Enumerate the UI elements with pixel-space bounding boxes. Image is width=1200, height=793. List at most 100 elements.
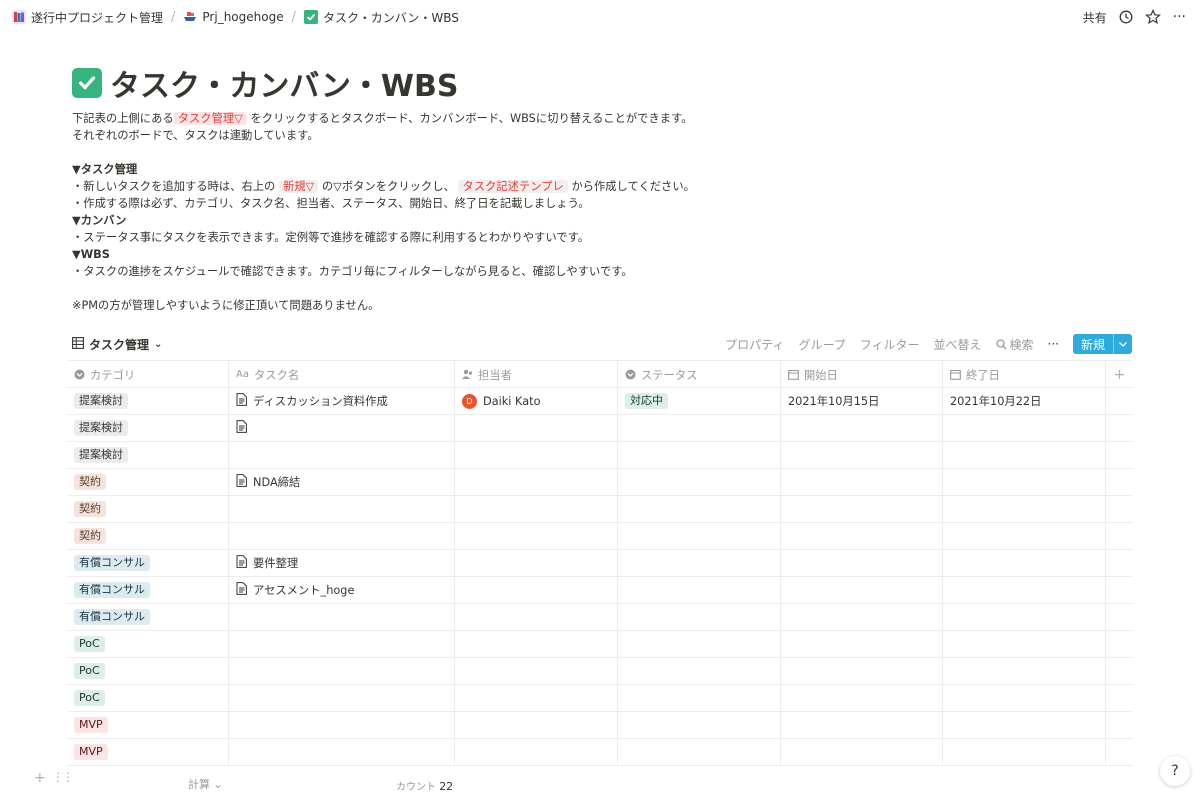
table-row[interactable]: MVP — [67, 739, 1133, 766]
column-header-assignee[interactable]: 担当者 — [455, 361, 618, 388]
column-header-start[interactable]: 開始日 — [781, 361, 943, 388]
end-date-cell[interactable] — [943, 604, 1106, 630]
new-button[interactable]: 新規 — [1072, 334, 1132, 354]
category-cell[interactable]: 提案検討 — [67, 442, 229, 468]
category-cell[interactable]: PoC — [67, 685, 229, 711]
start-date-cell[interactable] — [781, 658, 943, 684]
end-date-cell[interactable] — [943, 712, 1106, 738]
end-date-cell[interactable] — [943, 496, 1106, 522]
assignee-cell[interactable] — [455, 712, 618, 738]
end-date-cell[interactable] — [943, 550, 1106, 576]
status-cell[interactable] — [618, 442, 781, 468]
status-cell[interactable] — [618, 469, 781, 495]
task-cell[interactable]: 要件整理 — [229, 550, 455, 576]
task-cell[interactable]: ディスカッション資料作成 — [229, 388, 455, 414]
more-icon[interactable]: ··· — [1173, 9, 1186, 25]
assignee-cell[interactable] — [455, 415, 618, 441]
start-date-cell[interactable] — [781, 712, 943, 738]
start-date-cell[interactable] — [781, 631, 943, 657]
task-cell[interactable] — [229, 415, 455, 441]
start-date-cell[interactable] — [781, 469, 943, 495]
column-header-task[interactable]: Aa タスク名 — [229, 361, 455, 388]
end-date-cell[interactable] — [943, 739, 1106, 765]
task-cell[interactable] — [229, 658, 455, 684]
table-row[interactable]: MVP — [67, 712, 1133, 739]
assignee-cell[interactable] — [455, 496, 618, 522]
clock-icon[interactable] — [1119, 10, 1133, 24]
end-date-cell[interactable] — [943, 685, 1106, 711]
view-selector[interactable]: タスク管理 ⌄ — [72, 336, 162, 353]
column-header-end[interactable]: 終了日 — [943, 361, 1106, 388]
assignee-cell[interactable] — [455, 469, 618, 495]
end-date-cell[interactable]: 2021年10月22日 — [943, 388, 1106, 414]
category-cell[interactable]: 有償コンサル — [67, 550, 229, 576]
category-cell[interactable]: 有償コンサル — [67, 604, 229, 630]
task-cell[interactable] — [229, 604, 455, 630]
end-date-cell[interactable] — [943, 577, 1106, 603]
assignee-cell[interactable] — [455, 739, 618, 765]
assignee-cell[interactable] — [455, 442, 618, 468]
end-date-cell[interactable] — [943, 523, 1106, 549]
assignee-cell[interactable]: D Daiki Kato — [455, 388, 618, 414]
star-icon[interactable] — [1144, 9, 1161, 25]
sort-button[interactable]: 並べ替え — [934, 336, 982, 353]
assignee-cell[interactable] — [455, 604, 618, 630]
start-date-cell[interactable]: 2021年10月15日 — [781, 388, 943, 414]
table-row[interactable]: PoC — [67, 631, 1133, 658]
category-cell[interactable]: MVP — [67, 712, 229, 738]
table-row[interactable]: 提案検討 — [67, 415, 1133, 442]
start-date-cell[interactable] — [781, 442, 943, 468]
status-cell[interactable] — [618, 415, 781, 441]
help-button[interactable]: ? — [1160, 756, 1190, 786]
status-cell[interactable] — [618, 523, 781, 549]
breadcrumb-item-prj[interactable]: Prj_hogehoge — [179, 8, 287, 26]
table-row[interactable]: 契約 — [67, 496, 1133, 523]
column-header-category[interactable]: カテゴリ — [67, 361, 229, 388]
status-cell[interactable] — [618, 496, 781, 522]
category-cell[interactable]: 契約 — [67, 469, 229, 495]
start-date-cell[interactable] — [781, 604, 943, 630]
category-cell[interactable]: PoC — [67, 658, 229, 684]
status-cell[interactable] — [618, 604, 781, 630]
status-cell[interactable] — [618, 577, 781, 603]
category-cell[interactable]: PoC — [67, 631, 229, 657]
category-cell[interactable]: MVP — [67, 739, 229, 765]
task-cell[interactable]: アセスメント_hoge — [229, 577, 455, 603]
start-date-cell[interactable] — [781, 577, 943, 603]
more-icon[interactable]: ··· — [1048, 337, 1059, 351]
task-cell[interactable] — [229, 523, 455, 549]
task-cell[interactable] — [229, 442, 455, 468]
share-button[interactable]: 共有 — [1083, 9, 1107, 26]
assignee-cell[interactable] — [455, 658, 618, 684]
column-header-status[interactable]: ステータス — [618, 361, 781, 388]
chevron-down-icon[interactable] — [1113, 334, 1132, 354]
status-cell[interactable] — [618, 550, 781, 576]
task-cell[interactable] — [229, 685, 455, 711]
task-cell[interactable] — [229, 712, 455, 738]
new-button-label[interactable]: 新規 — [1073, 334, 1113, 354]
assignee-cell[interactable] — [455, 523, 618, 549]
status-cell[interactable] — [618, 631, 781, 657]
end-date-cell[interactable] — [943, 469, 1106, 495]
end-date-cell[interactable] — [943, 415, 1106, 441]
start-date-cell[interactable] — [781, 550, 943, 576]
table-row[interactable]: 有償コンサル アセスメント_hoge — [67, 577, 1133, 604]
filter-button[interactable]: フィルター — [860, 336, 920, 353]
category-cell[interactable]: 提案検討 — [67, 388, 229, 414]
table-row[interactable]: PoC — [67, 658, 1133, 685]
start-date-cell[interactable] — [781, 739, 943, 765]
table-row[interactable]: 有償コンサル — [67, 604, 1133, 631]
start-date-cell[interactable] — [781, 415, 943, 441]
assignee-cell[interactable] — [455, 577, 618, 603]
end-date-cell[interactable] — [943, 658, 1106, 684]
breadcrumb-item-project-management[interactable]: 遂行中プロジェクト管理 — [8, 7, 167, 28]
assignee-cell[interactable] — [455, 550, 618, 576]
search-button[interactable]: 検索 — [995, 336, 1034, 353]
status-cell[interactable] — [618, 712, 781, 738]
task-cell[interactable] — [229, 631, 455, 657]
table-row[interactable]: 提案検討 ディスカッション資料作成 D Daiki Kato 対応中 2021年10月15… — [67, 388, 1133, 415]
end-date-cell[interactable] — [943, 442, 1106, 468]
task-cell[interactable] — [229, 739, 455, 765]
table-row[interactable]: 契約 — [67, 523, 1133, 550]
task-cell[interactable]: NDA締結 — [229, 469, 455, 495]
